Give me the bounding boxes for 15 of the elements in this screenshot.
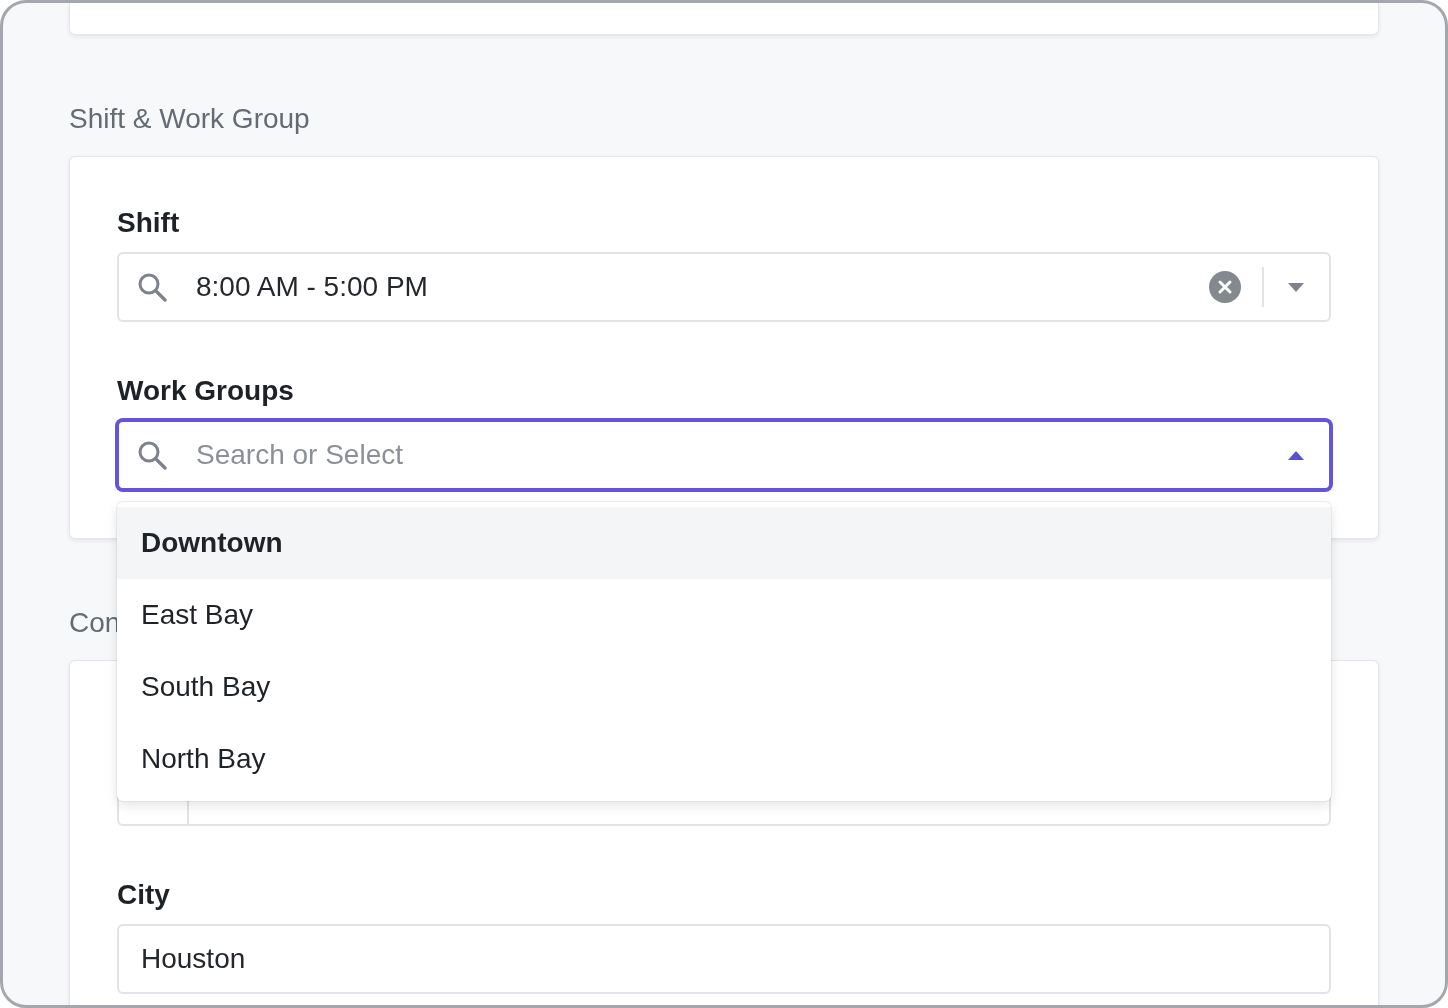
search-icon bbox=[137, 440, 167, 470]
dropdown-option[interactable]: North Bay bbox=[117, 723, 1331, 795]
search-icon bbox=[137, 272, 167, 302]
select-field[interactable]: 8:00 AM - 5:00 PM bbox=[117, 252, 1331, 322]
caret-down-icon[interactable] bbox=[1288, 282, 1304, 292]
field-label: City bbox=[117, 879, 170, 911]
section-heading: Shift & Work Group bbox=[69, 102, 310, 136]
caret-up-icon[interactable] bbox=[1288, 450, 1304, 460]
dropdown-option[interactable]: South Bay bbox=[117, 651, 1331, 723]
field-label: Shift bbox=[117, 207, 180, 239]
dropdown-option[interactable]: Downtown bbox=[117, 507, 1331, 579]
field-label: Work Groups bbox=[117, 375, 294, 407]
text-field[interactable]: Houston bbox=[117, 924, 1331, 994]
clear-icon[interactable] bbox=[1209, 271, 1241, 303]
dropdown-option[interactable]: East Bay bbox=[117, 579, 1331, 651]
